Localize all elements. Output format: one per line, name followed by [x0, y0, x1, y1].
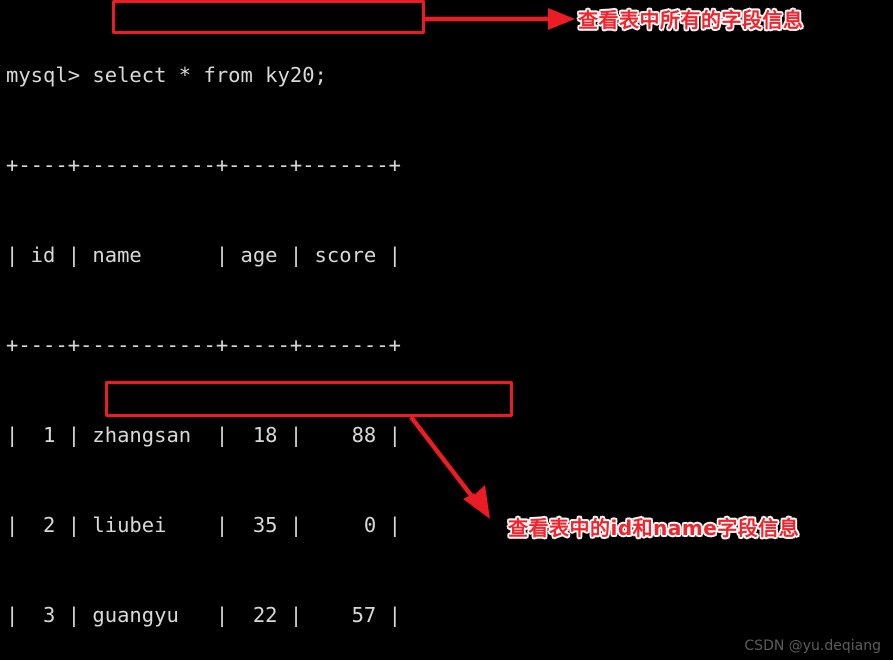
annotation-label-2: 查看表中的id和name字段信息	[508, 516, 800, 540]
terminal-line: mysql> select * from ky20;	[6, 63, 327, 87]
terminal-line: | id | name | age | score |	[6, 243, 401, 267]
annotation-arrow-2	[409, 415, 490, 519]
terminal-line: +----+-----------+-----+-------+	[6, 153, 401, 177]
terminal-line: +----+-----------+-----+-------+	[6, 333, 401, 357]
terminal-screenshot: mysql> select * from ky20; +----+-------…	[0, 0, 893, 660]
annotation-label-1: 查看表中所有的字段信息	[578, 8, 804, 32]
terminal-line: | 3 | guangyu | 22 | 57 |	[6, 603, 401, 627]
terminal-output: mysql> select * from ky20; +----+-------…	[6, 0, 566, 660]
watermark: CSDN @yu.deqiang	[744, 638, 881, 654]
annotation-arrow-1	[424, 8, 575, 30]
